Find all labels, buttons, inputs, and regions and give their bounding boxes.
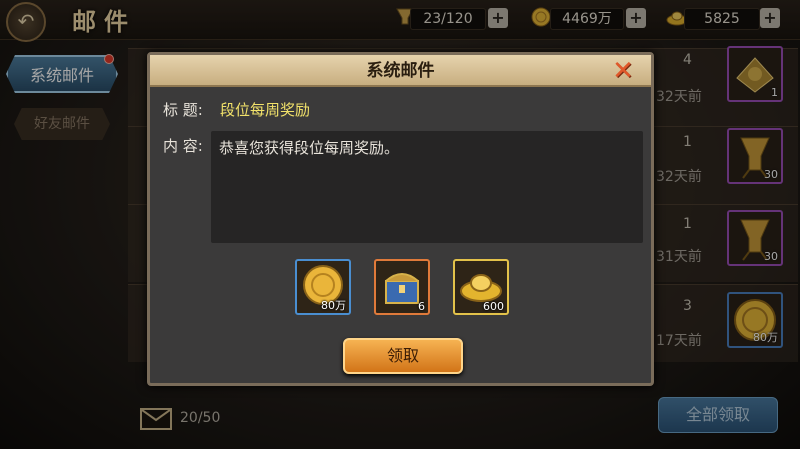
mail-detail-modal: 系统邮件 ✕ 标 题: 段位每周奖励 内 容: 恭喜您获得段位每周奖励。 80万… (147, 52, 654, 386)
content-label: 内 容: (163, 137, 203, 155)
modal-header: 系统邮件 ✕ (150, 55, 651, 87)
reward-count: 600 (483, 300, 504, 313)
reward-item[interactable]: 6 (374, 259, 430, 315)
reward-count: 80万 (321, 299, 346, 312)
mail-subject: 段位每周奖励 (220, 101, 311, 119)
close-button[interactable]: ✕ (609, 58, 637, 84)
content-box: 恭喜您获得段位每周奖励。 (211, 131, 643, 243)
mail-content: 恭喜您获得段位每周奖励。 (219, 139, 400, 157)
subject-label: 标 题: (163, 101, 203, 119)
modal-title: 系统邮件 (366, 61, 435, 81)
reward-item[interactable]: 80万 (295, 259, 351, 315)
claim-button[interactable]: 领取 (343, 338, 463, 374)
reward-item[interactable]: 600 (453, 259, 509, 315)
close-x-icon: ✕ (612, 56, 634, 86)
reward-count: 6 (418, 300, 425, 313)
